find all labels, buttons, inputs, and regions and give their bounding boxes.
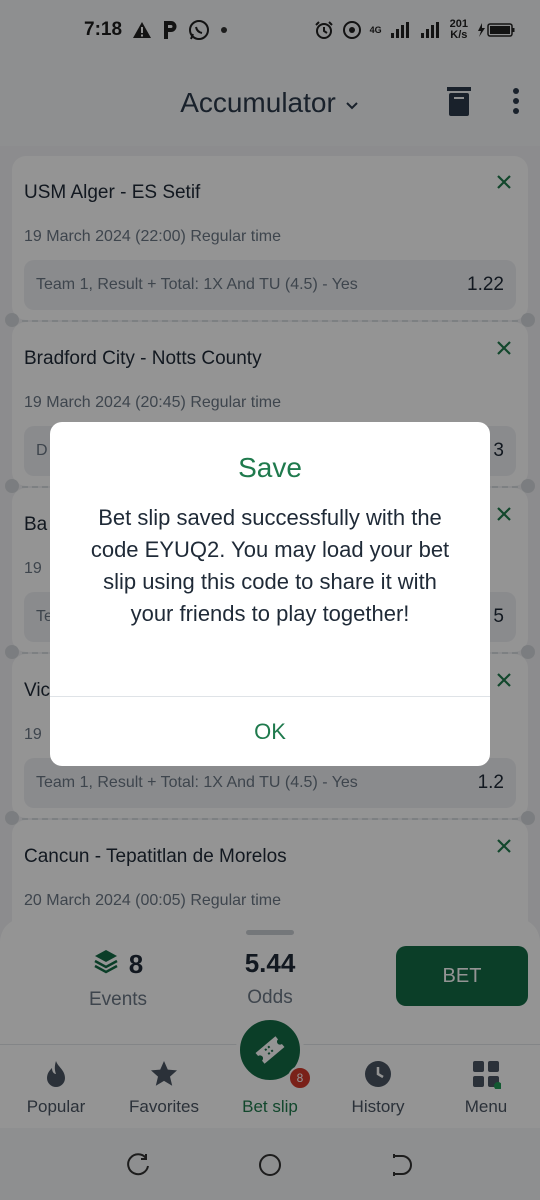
dialog-message: Bet slip saved successfully with the cod… [90,505,450,626]
save-dialog: Save Bet slip saved successfully with th… [50,422,490,766]
ok-button[interactable]: OK [50,697,490,766]
dialog-title: Save [238,452,302,483]
